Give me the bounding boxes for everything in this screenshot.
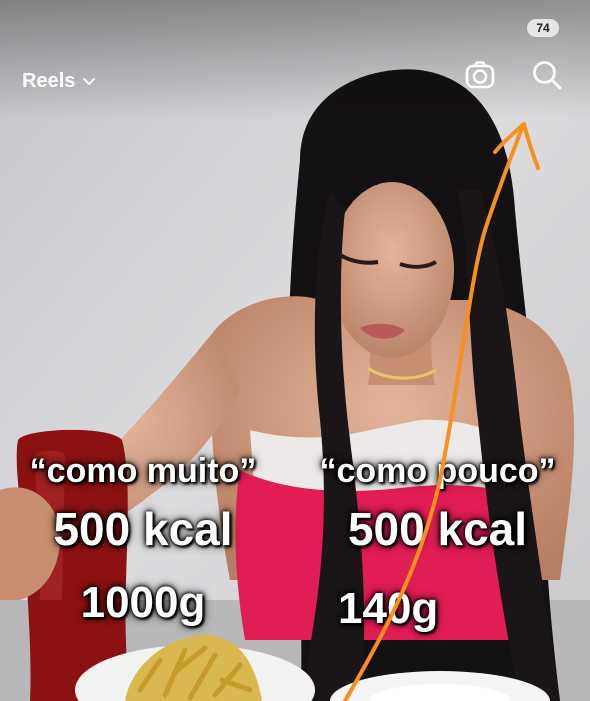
chevron-down-icon [83,77,96,85]
notification-badge: 74 [527,19,559,37]
reels-label: Reels [22,70,76,92]
camera-icon[interactable] [463,58,497,92]
right-kcal: 500 kcal [347,503,528,555]
search-icon[interactable] [530,58,564,92]
left-quote: “como muito” [29,452,257,490]
right-grams: 140g [338,584,439,633]
right-quote: “como pouco” [319,452,556,490]
left-grams: 1000g [80,578,206,627]
top-gradient [0,0,590,120]
left-kcal: 500 kcal [53,503,233,555]
reels-feed-menu[interactable]: Reels [22,70,96,93]
reels-screen: Reels 74 “como muito” 500 kcal 1000g “co… [0,0,590,701]
